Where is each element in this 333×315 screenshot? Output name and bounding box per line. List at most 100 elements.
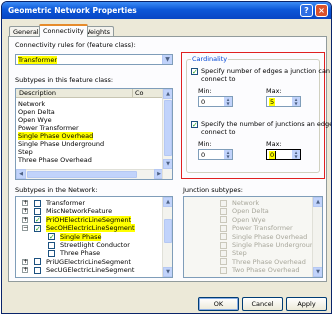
vertical-scrollbar[interactable]: ▲ ▼ bbox=[162, 89, 172, 179]
junction-subtypes-list[interactable]: Network Open Delta Open Wye Power Transform… bbox=[183, 196, 323, 278]
network-subtypes-tree[interactable]: + Transformer + MiscNetworkFeature + ✓ PriOHEl… bbox=[15, 196, 173, 278]
expand-icon[interactable]: + bbox=[22, 267, 28, 274]
junction-min-label: Min: bbox=[198, 140, 212, 148]
spin-down-icon[interactable]: ▼ bbox=[224, 101, 232, 106]
scroll-thumb[interactable] bbox=[164, 219, 172, 243]
list-item[interactable]: Power Transformer bbox=[18, 124, 79, 132]
scroll-thumb[interactable] bbox=[27, 171, 137, 178]
junction-item: Open Delta bbox=[232, 207, 269, 216]
junction-count-checkbox[interactable]: ✓ bbox=[191, 121, 198, 129]
feature-class-combo[interactable]: Transformer ▼ bbox=[15, 54, 173, 65]
junction-item: Single Phase Underground bbox=[232, 241, 319, 249]
list-item[interactable]: Single Phase Underground bbox=[18, 140, 104, 148]
apply-button[interactable]: Apply bbox=[286, 297, 327, 311]
connectivity-panel: Connectivity rules for (feature class): … bbox=[8, 36, 331, 282]
cancel-button[interactable]: Cancel bbox=[242, 297, 283, 311]
horizontal-scrollbar[interactable]: ◀ ▶ bbox=[16, 169, 164, 179]
tree-checkbox[interactable] bbox=[34, 258, 41, 266]
collapse-icon[interactable]: − bbox=[22, 225, 28, 232]
edge-max-label: Max: bbox=[266, 87, 282, 95]
tree-item[interactable]: Three Phase bbox=[60, 249, 100, 257]
tree-item[interactable]: SecUGElectricLineSegment bbox=[46, 266, 134, 274]
list-item[interactable]: Open Wye bbox=[18, 116, 52, 124]
junction-checkbox[interactable] bbox=[220, 199, 227, 207]
list-item[interactable]: Three Phase Overhead bbox=[18, 156, 92, 164]
tab-general[interactable]: General bbox=[9, 26, 43, 36]
ok-button[interactable]: OK bbox=[198, 297, 239, 311]
edge-count-checkbox[interactable]: ✓ bbox=[191, 68, 198, 76]
tree-checkbox[interactable] bbox=[48, 249, 55, 257]
junction-max-label: Max: bbox=[266, 140, 282, 148]
tree-item[interactable]: SecOHElectricLineSegment bbox=[46, 224, 135, 233]
scroll-thumb[interactable] bbox=[164, 100, 172, 156]
junction-checkbox[interactable] bbox=[220, 233, 227, 241]
junction-max-value: 0 bbox=[269, 151, 277, 159]
list-item[interactable]: Network bbox=[18, 100, 45, 108]
junction-item: Network bbox=[232, 199, 260, 207]
subtypes-list[interactable]: Description Co Network Open Delta Open Wye… bbox=[15, 88, 173, 180]
vertical-scrollbar[interactable]: ▲ ▼ bbox=[312, 197, 322, 277]
title-bar[interactable]: Geometric Network Properties ? × bbox=[2, 2, 331, 19]
tree-item[interactable]: MiscNetworkFeature bbox=[46, 207, 112, 215]
junction-subtypes-label: Junction subtypes: bbox=[183, 186, 243, 194]
scroll-down-icon[interactable]: ▼ bbox=[313, 267, 322, 277]
scroll-up-icon[interactable]: ▲ bbox=[163, 89, 172, 99]
edge-max-value: 5 bbox=[269, 98, 276, 106]
tree-checkbox[interactable] bbox=[34, 207, 41, 215]
help-button[interactable]: ? bbox=[300, 4, 313, 17]
spin-down-icon[interactable]: ▼ bbox=[224, 154, 232, 159]
tree-checkbox[interactable] bbox=[48, 241, 55, 249]
junction-checkbox[interactable] bbox=[220, 241, 227, 249]
expand-icon[interactable]: + bbox=[22, 200, 28, 206]
edge-max-spinner[interactable]: 5 ▲ ▼ bbox=[266, 96, 301, 107]
edge-min-label: Min: bbox=[198, 87, 212, 95]
junction-item: Single Phase Overhead bbox=[232, 232, 308, 241]
tree-item[interactable]: PriUGElectricLineSegment bbox=[46, 258, 131, 266]
tree-item[interactable]: Single Phase bbox=[60, 232, 102, 241]
expand-icon[interactable]: + bbox=[22, 208, 28, 215]
junction-count-label-1: Specify the number of junctions an edge … bbox=[201, 120, 332, 128]
spin-down-icon[interactable]: ▼ bbox=[292, 154, 300, 159]
junction-min-spinner[interactable]: 0 ▲ ▼ bbox=[198, 149, 233, 160]
close-button[interactable]: × bbox=[315, 4, 328, 17]
edge-min-spinner[interactable]: 0 ▲ ▼ bbox=[198, 96, 233, 107]
chevron-down-icon[interactable]: ▼ bbox=[162, 55, 172, 64]
junction-checkbox[interactable] bbox=[220, 224, 227, 232]
tree-item[interactable]: Streetlight Conductor bbox=[60, 241, 130, 249]
tree-checkbox[interactable] bbox=[34, 199, 41, 207]
edge-min-value: 0 bbox=[201, 98, 206, 106]
list-header: Description Co bbox=[16, 89, 164, 98]
expand-icon[interactable]: + bbox=[22, 258, 28, 265]
list-item[interactable]: Open Delta bbox=[18, 108, 55, 116]
tree-checkbox[interactable]: ✓ bbox=[34, 216, 41, 224]
scroll-up-icon[interactable]: ▲ bbox=[163, 197, 172, 207]
cardinality-group: Cardinality ✓ Specify number of edges a … bbox=[186, 55, 331, 173]
junction-checkbox[interactable] bbox=[220, 207, 227, 215]
junction-max-spinner[interactable]: 0 ▲ ▼ bbox=[266, 149, 301, 160]
tree-item[interactable]: PriOHElectricLineSegment bbox=[46, 215, 132, 224]
tree-item[interactable]: Transformer bbox=[46, 199, 85, 207]
junction-item: Three Phase Overhead bbox=[232, 257, 306, 266]
junction-checkbox[interactable] bbox=[220, 249, 227, 257]
tree-checkbox[interactable]: ✓ bbox=[48, 233, 55, 241]
cardinality-callout: Cardinality ✓ Specify number of edges a … bbox=[181, 52, 331, 179]
junction-count-label-2: connect to bbox=[201, 128, 236, 136]
scroll-down-icon[interactable]: ▼ bbox=[163, 159, 172, 169]
tree-checkbox[interactable] bbox=[34, 266, 41, 274]
header-description[interactable]: Description bbox=[19, 89, 56, 97]
tree-checkbox[interactable]: ✓ bbox=[34, 224, 41, 232]
header-code[interactable]: Co bbox=[132, 89, 144, 98]
scroll-up-icon[interactable]: ▲ bbox=[313, 197, 322, 207]
junction-min-value: 0 bbox=[201, 151, 206, 159]
scroll-down-icon[interactable]: ▼ bbox=[163, 267, 172, 277]
tab-connectivity[interactable]: Connectivity bbox=[39, 24, 88, 37]
expand-icon[interactable]: + bbox=[22, 216, 28, 223]
list-item[interactable]: Step bbox=[18, 148, 33, 156]
junction-checkbox[interactable] bbox=[220, 216, 227, 224]
spin-down-icon[interactable]: ▼ bbox=[292, 101, 300, 106]
vertical-scrollbar[interactable]: ▲ ▼ bbox=[162, 197, 172, 277]
scroll-left-icon[interactable]: ◀ bbox=[16, 169, 26, 179]
junction-checkbox[interactable] bbox=[220, 258, 227, 266]
list-item[interactable]: Single Phase Overhead bbox=[18, 132, 94, 140]
junction-checkbox[interactable] bbox=[220, 266, 227, 274]
